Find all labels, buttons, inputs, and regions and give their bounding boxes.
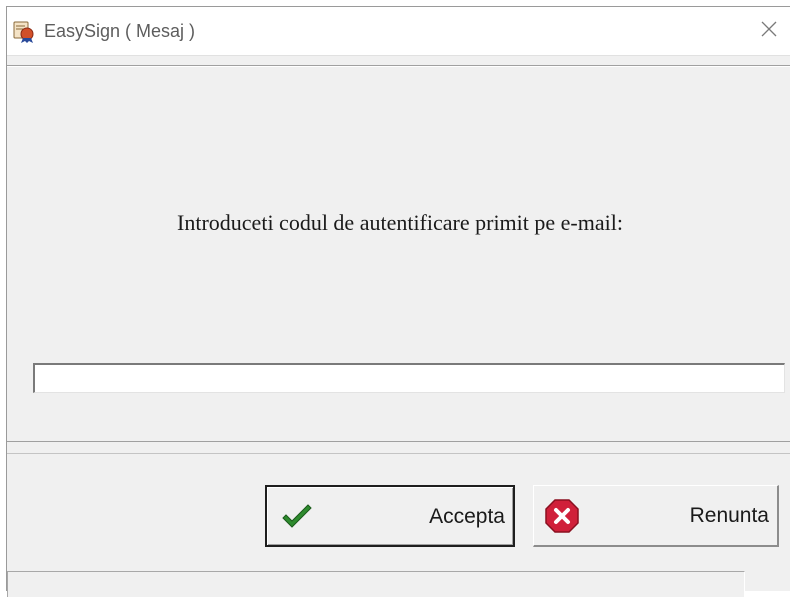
prompt-text: Introduceti codul de autentificare primi… <box>177 210 623 235</box>
dialog-window: EasySign ( Mesaj ) Introduceti codul de … <box>6 6 790 597</box>
cancel-button[interactable]: Renunta <box>533 485 779 547</box>
cancel-button-label: Renunta <box>689 504 769 527</box>
top-divider <box>7 65 790 67</box>
close-button[interactable] <box>755 17 783 45</box>
title-bar[interactable]: EasySign ( Mesaj ) <box>7 7 790 56</box>
window-title: EasySign ( Mesaj ) <box>44 21 196 41</box>
cancel-icon <box>544 498 580 534</box>
accept-button[interactable]: Accepta <box>265 485 515 547</box>
button-area-divider <box>7 441 790 442</box>
accept-button-label: Accepta <box>429 505 505 528</box>
checkmark-icon <box>279 500 315 536</box>
close-icon <box>760 20 778 43</box>
button-area-divider-inner <box>7 453 790 454</box>
auth-code-input[interactable] <box>33 363 785 393</box>
status-bar <box>7 571 745 597</box>
certificate-icon <box>13 21 35 43</box>
